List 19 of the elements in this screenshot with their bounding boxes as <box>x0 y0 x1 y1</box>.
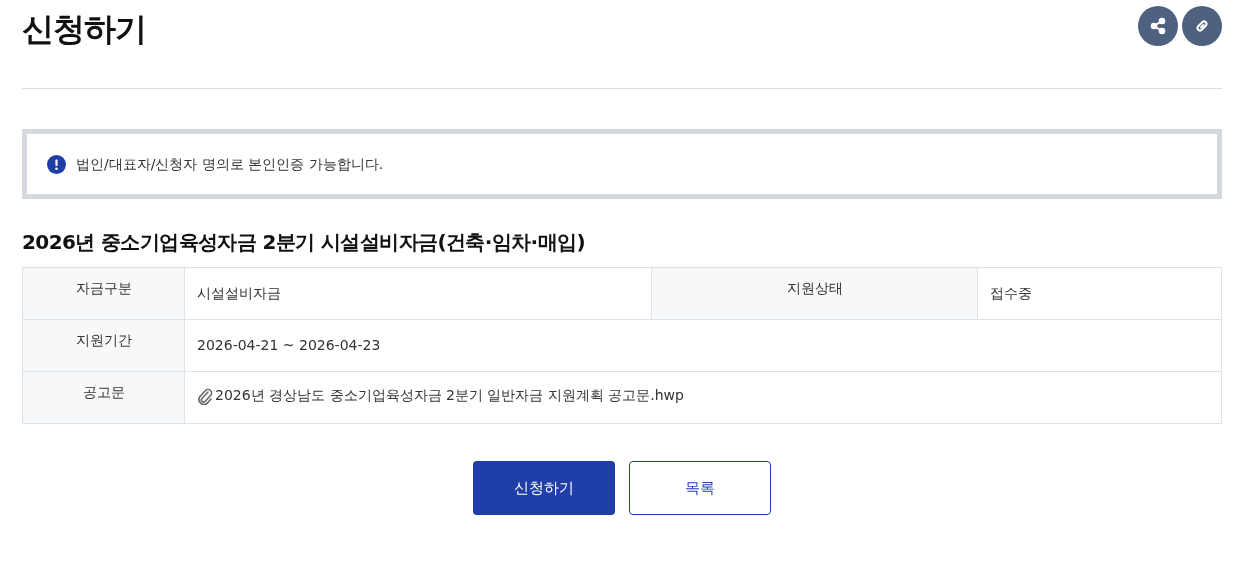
attachment-link[interactable]: 2026년 경상남도 중소기업육성자금 2분기 일반자금 지원계획 공고문.hwp <box>215 387 684 404</box>
program-title: 2026년 중소기업육성자금 2분기 시설설비자금(건축·임차·매입) <box>22 229 586 255</box>
share-button[interactable] <box>1138 6 1178 46</box>
table-header-cell: 공고문 <box>22 371 185 424</box>
exclamation-icon <box>47 154 66 174</box>
share-icon <box>1149 17 1167 35</box>
table-cell: 2026-04-21 ~ 2026-04-23 <box>184 319 1222 372</box>
table-header-cell: 지원상태 <box>651 267 978 320</box>
link-icon <box>1193 17 1211 35</box>
table-header-cell: 지원기간 <box>22 319 185 372</box>
table-cell: 시설설비자금 <box>184 267 652 320</box>
link-button[interactable] <box>1182 6 1222 46</box>
notice-text: 법인/대표자/신청자 명의로 본인인증 가능합니다. <box>76 155 384 173</box>
paperclip-icon <box>197 386 213 405</box>
table-cell: 접수중 <box>977 267 1222 320</box>
table-header-cell: 자금구분 <box>22 267 185 320</box>
apply-button[interactable]: 신청하기 <box>473 461 615 515</box>
list-button[interactable]: 목록 <box>629 461 771 515</box>
page-title: 신청하기 <box>22 10 146 49</box>
